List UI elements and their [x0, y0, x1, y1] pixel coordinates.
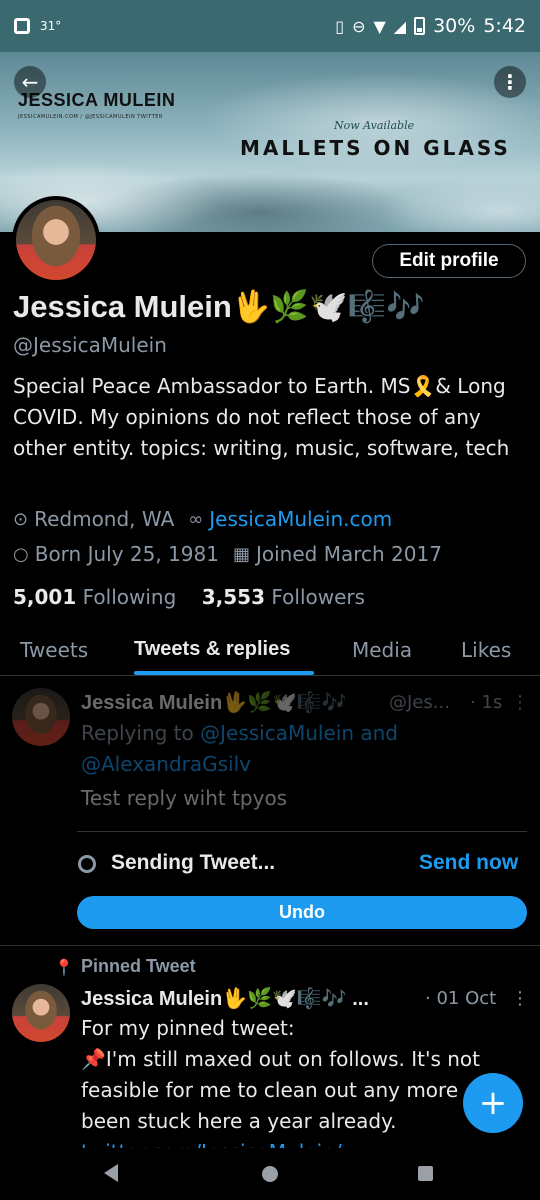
tab-likes[interactable]: Likes: [461, 638, 511, 662]
battery-percent: 30%: [433, 15, 476, 37]
following-label: Following: [82, 585, 177, 609]
calendar-icon: ▦: [232, 543, 250, 565]
vibrate-icon: ▯: [335, 16, 345, 36]
reply-and: and: [354, 721, 398, 745]
chase-app-icon: [14, 18, 30, 34]
pinned-line-2: 📌I'm still maxed out on follows. It's no…: [81, 1047, 481, 1071]
divider: [77, 831, 527, 832]
following-count: 5,001: [13, 585, 77, 609]
divider: [0, 945, 540, 946]
link-icon: ∞: [188, 508, 204, 530]
dnd-icon: ⊖: [352, 16, 366, 36]
signal-icon: ◢: [393, 16, 407, 36]
location-website-row: ⊙ Redmond, WA ∞ JessicaMulein.com: [13, 507, 392, 531]
active-tab-indicator: [134, 671, 314, 675]
back-arrow-icon[interactable]: ←: [14, 66, 46, 98]
tweet-text: Test reply wiht tpyos: [81, 786, 288, 810]
birth-joined-row: ○ Born July 25, 1981 ▦ Joined March 2017: [13, 542, 442, 566]
profile-bio: Special Peace Ambassador to Earth. MS🎗️&…: [13, 374, 510, 460]
banner-now-available: Now Available: [334, 119, 415, 132]
battery-icon: [414, 17, 426, 35]
pinned-more-icon[interactable]: ⋮: [511, 988, 529, 1009]
pin-icon: 📍: [54, 958, 74, 977]
reply-mention-1[interactable]: @JessicaMulein: [200, 721, 354, 745]
banner-name: JESSICA MULEIN: [18, 90, 176, 110]
tweet-more-icon[interactable]: ⋮: [511, 692, 529, 713]
followers-label: Followers: [271, 585, 366, 609]
edit-profile-button[interactable]: Edit profile: [372, 244, 526, 278]
reply-mention-2[interactable]: @AlexandraGsilv: [81, 752, 251, 776]
location-pin-icon: ⊙: [13, 508, 29, 530]
profile-tabs: Tweets Tweets & replies Media Likes: [0, 630, 540, 676]
temperature: 31°: [40, 19, 62, 33]
sending-spinner-icon: [78, 855, 96, 873]
following-link[interactable]: 5,001 Following: [13, 585, 176, 609]
wifi-icon: ▼: [373, 16, 386, 36]
compose-tweet-button[interactable]: +: [463, 1073, 523, 1133]
display-name: Jessica Mulein🖖🌿🕊️🎼🎶: [13, 289, 425, 324]
joined-text: Joined March 2017: [255, 542, 442, 566]
send-now-button[interactable]: Send now: [419, 851, 518, 875]
replying-to: Replying to @JessicaMulein and @Alexandr…: [81, 718, 521, 780]
pinned-line-1: For my pinned tweet:: [81, 1016, 295, 1040]
profile-avatar[interactable]: [12, 196, 100, 284]
website-link[interactable]: JessicaMulein.com: [209, 507, 392, 531]
location-text: Redmond, WA: [34, 507, 175, 531]
tweet-author-handle: @Jes...: [389, 692, 450, 713]
nav-recents-icon[interactable]: [418, 1166, 433, 1181]
pinned-tweet-label: Pinned Tweet: [81, 956, 196, 976]
tweet-author-name: Jessica Mulein🖖🌿🕊️🎼🎶: [81, 692, 347, 714]
banner-album-title: MALLETS ON GLASS: [240, 136, 511, 160]
tweet-time: · 1s: [470, 692, 503, 713]
tab-tweets[interactable]: Tweets: [20, 638, 88, 662]
sending-tweet-label: Sending Tweet...: [111, 851, 276, 874]
pinned-tweet-avatar[interactable]: [12, 984, 70, 1042]
status-bar: 31° ▯ ⊖ ▼ ◢ 30% 5:42: [0, 0, 540, 52]
pinned-line-4: been stuck here a year already.: [81, 1109, 397, 1133]
more-options-icon[interactable]: ⋮: [494, 66, 526, 98]
clock: 5:42: [483, 15, 526, 37]
nav-home-icon[interactable]: [262, 1166, 278, 1182]
pinned-author-name: Jessica Mulein🖖🌿🕊️🎼🎶 ...: [81, 988, 369, 1010]
nav-back-icon[interactable]: [104, 1164, 118, 1182]
pinned-tweet-time: · 01 Oct: [425, 988, 497, 1009]
tab-tweets-replies[interactable]: Tweets & replies: [134, 638, 290, 661]
pinned-line-3: feasible for me to clean out any more: [81, 1078, 459, 1102]
banner-subtitle: JESSICAMULEIN.COM / @JESSICAMULEIN TWITT…: [18, 114, 163, 120]
followers-link[interactable]: 3,553 Followers: [202, 585, 365, 609]
born-text: Born July 25, 1981: [34, 542, 219, 566]
profile-handle: @JessicaMulein: [13, 333, 167, 357]
tweet-avatar[interactable]: [12, 688, 70, 746]
android-nav-bar: [0, 1148, 540, 1200]
replying-prefix: Replying to: [81, 721, 201, 745]
follow-counts: 5,001 Following 3,553 Followers: [13, 585, 365, 609]
tab-media[interactable]: Media: [352, 638, 412, 662]
followers-count: 3,553: [201, 585, 265, 609]
undo-button[interactable]: Undo: [77, 896, 527, 929]
balloon-icon: ○: [13, 543, 29, 565]
